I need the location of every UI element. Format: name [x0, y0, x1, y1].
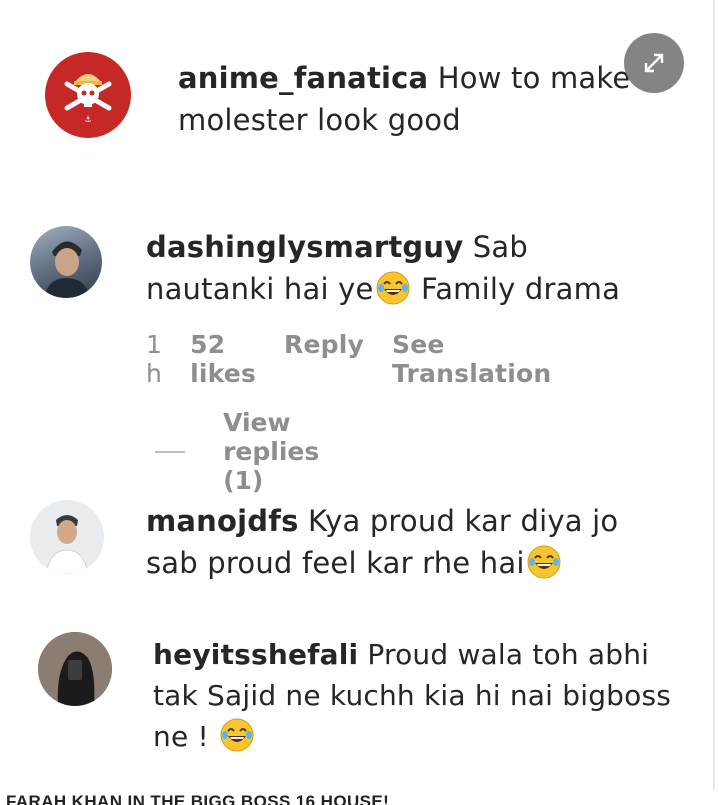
- laughing-tears-emoji-icon: [376, 271, 410, 305]
- svg-text:⚓: ⚓: [84, 115, 91, 124]
- comment-time: 1 h: [146, 330, 163, 388]
- article-caption: FARAH KHAN IN THE BIGG BOSS 16 HOUSE!: [0, 790, 719, 805]
- comment-text: dashinglysmartguy Sab nautanki hai ye Fa…: [146, 226, 646, 310]
- reply-button[interactable]: Reply: [284, 330, 364, 388]
- skull-crossbones-icon: ⚓: [64, 74, 112, 124]
- avatar[interactable]: ⚓: [45, 52, 131, 138]
- comments-panel: ⚓ anime_fanatica How to make molester lo…: [0, 0, 715, 790]
- avatar[interactable]: [30, 226, 102, 298]
- avatar[interactable]: [38, 632, 112, 706]
- person-photo-icon: [38, 632, 112, 706]
- expand-icon: [644, 53, 664, 73]
- comment-text: anime_fanatica How to make molester look…: [178, 57, 648, 141]
- view-replies-button[interactable]: View replies (1): [155, 408, 344, 495]
- avatar[interactable]: [30, 500, 104, 574]
- comment-username[interactable]: anime_fanatica: [178, 61, 428, 95]
- comment-text: heyitsshefali Proud wala toh abhi tak Sa…: [153, 634, 673, 757]
- person-photo-icon: [30, 500, 104, 574]
- comment-username[interactable]: dashinglysmartguy: [146, 230, 463, 264]
- comment-meta: 1 h 52 likes Reply See Translation: [146, 330, 551, 388]
- comment-username[interactable]: heyitsshefali: [153, 638, 358, 671]
- view-replies-label: View replies (1): [223, 408, 320, 495]
- comment-body-continued: Family drama: [420, 272, 621, 306]
- comment-username[interactable]: manojdfs: [146, 504, 299, 538]
- laughing-tears-emoji-icon: [527, 545, 561, 579]
- laughing-tears-emoji-icon: [220, 718, 254, 752]
- comment-text: manojdfs Kya proud kar diya jo sab proud…: [146, 500, 666, 584]
- replies-divider: [155, 450, 186, 453]
- see-translation-button[interactable]: See Translation: [392, 330, 551, 388]
- likes-count[interactable]: 52 likes: [190, 330, 256, 388]
- caption-text: FARAH KHAN IN THE BIGG BOSS 16 HOUSE!: [6, 792, 390, 805]
- expand-button[interactable]: [624, 33, 684, 93]
- person-photo-icon: [44, 241, 90, 298]
